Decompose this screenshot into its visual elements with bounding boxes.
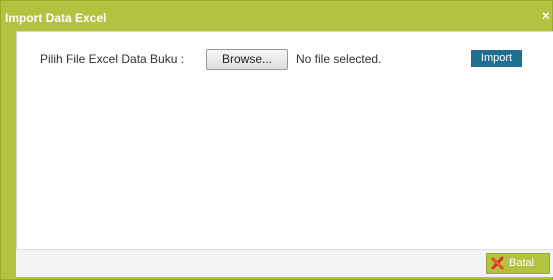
dialog-title: Import Data Excel — [5, 11, 107, 25]
close-icon[interactable]: × — [542, 9, 550, 23]
cancel-x-icon — [491, 256, 504, 270]
import-button[interactable]: Import — [471, 50, 522, 67]
dialog-footer: Batal — [16, 249, 553, 277]
file-status-text: No file selected. — [296, 52, 382, 66]
browse-button[interactable]: Browse... — [206, 49, 288, 70]
cancel-label: Batal — [509, 257, 535, 269]
cancel-button[interactable]: Batal — [486, 253, 550, 274]
dialog-content: Pilih File Excel Data Buku : Browse... N… — [16, 31, 553, 250]
dialog-titlebar[interactable]: Import Data Excel × — [1, 1, 553, 31]
import-dialog: Import Data Excel × Pilih File Excel Dat… — [0, 0, 553, 280]
file-field-label: Pilih File Excel Data Buku : — [40, 52, 185, 66]
